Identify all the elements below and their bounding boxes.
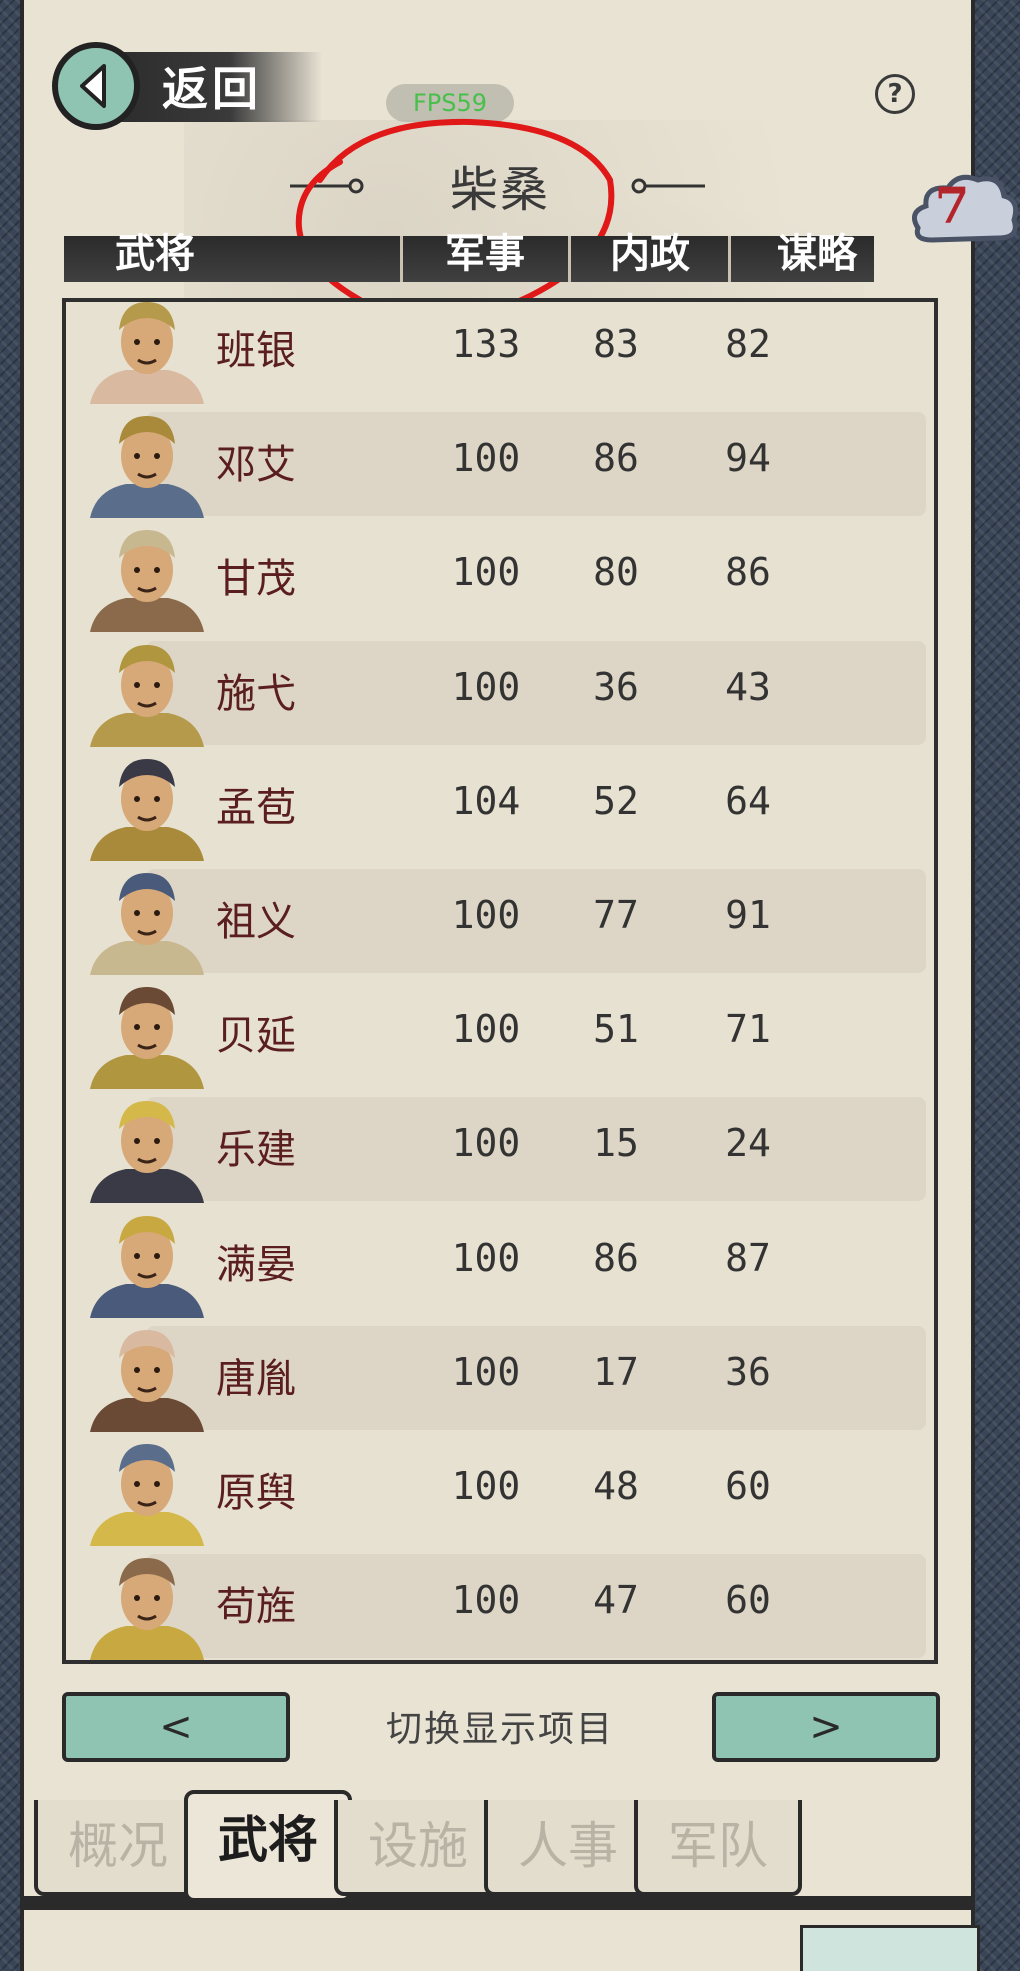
officer-portrait-icon	[90, 1444, 204, 1546]
officer-name: 祖义	[216, 899, 296, 945]
officer-name: 邓艾	[216, 442, 296, 489]
officer-politics-value: 48	[593, 1464, 639, 1508]
officer-portrait-icon	[90, 644, 204, 747]
officer-strategy-value: 82	[725, 322, 771, 366]
officer-strategy-value: 94	[725, 436, 771, 481]
officer-politics-value: 47	[593, 1578, 639, 1623]
officer-portrait-icon	[90, 758, 204, 861]
officer-portrait-icon	[90, 873, 204, 975]
officer-strategy-value: 24	[725, 1121, 771, 1166]
officer-row[interactable]: 班银 133 83 82	[86, 302, 934, 404]
officer-name: 苟旌	[216, 1584, 296, 1631]
officer-politics-value: 86	[593, 1235, 639, 1280]
officer-row[interactable]: 原舆 100 48 60	[86, 1438, 934, 1546]
officer-military-value: 100	[451, 436, 521, 481]
officer-portrait-icon	[90, 1558, 204, 1660]
officer-row[interactable]: 祖义 100 77 91	[86, 867, 934, 975]
corner-scroll-decoration	[800, 1925, 980, 1971]
header-divider	[568, 236, 571, 282]
officer-portrait-icon	[90, 1329, 204, 1432]
officer-row[interactable]: 施弋 100 36 43	[86, 639, 934, 747]
officer-portrait-icon	[90, 1101, 204, 1204]
tab-bar: 概况 武将 设施 人事 军队	[34, 1790, 964, 1910]
officer-portrait-icon	[90, 302, 204, 404]
officer-military-value: 100	[451, 893, 521, 937]
officer-strategy-value: 71	[725, 1007, 771, 1052]
back-arrow-icon	[52, 42, 140, 130]
officer-row[interactable]: 甘茂 100 80 86	[86, 524, 934, 633]
officer-military-value: 100	[451, 1121, 521, 1166]
officer-name: 满晏	[216, 1241, 296, 1288]
tab-facilities[interactable]: 设施	[334, 1800, 502, 1896]
tab-overview[interactable]: 概况	[34, 1800, 202, 1896]
officer-military-value: 100	[451, 1578, 521, 1623]
officer-name: 贝延	[216, 1013, 296, 1060]
officer-politics-value: 51	[593, 1007, 639, 1052]
officer-name: 班银	[216, 328, 296, 374]
officer-strategy-value: 64	[725, 778, 771, 823]
column-header-officer[interactable]: 武将	[90, 226, 220, 282]
officer-military-value: 100	[451, 550, 521, 595]
officer-strategy-value: 60	[725, 1578, 771, 1623]
officer-row[interactable]: 邓艾 100 86 94	[86, 410, 934, 519]
title-ornament-right	[631, 178, 705, 194]
officer-portrait-icon	[90, 987, 204, 1090]
officer-politics-value: 86	[593, 436, 639, 481]
officer-military-value: 100	[451, 1235, 521, 1280]
officer-military-value: 100	[451, 1464, 521, 1508]
tab-army[interactable]: 军队	[634, 1800, 802, 1896]
officer-strategy-value: 36	[725, 1349, 771, 1394]
column-header-military[interactable]: 军事	[420, 226, 550, 282]
officer-portrait-icon	[90, 416, 204, 519]
back-button-label: 返回	[162, 62, 262, 116]
officer-military-value: 100	[451, 1349, 521, 1394]
officer-row[interactable]: 苟旌 100 47 60	[86, 1552, 934, 1660]
officer-name: 乐建	[216, 1127, 296, 1174]
switch-display-label: 切换显示项目	[385, 1709, 614, 1750]
officer-politics-value: 17	[593, 1349, 639, 1394]
officer-politics-value: 83	[593, 322, 639, 366]
officer-strategy-value: 86	[725, 550, 771, 595]
officer-strategy-value: 87	[725, 1235, 771, 1280]
officer-row[interactable]: 乐建 100 15 24	[86, 1095, 934, 1204]
officer-name: 唐胤	[216, 1355, 296, 1402]
help-icon[interactable]: ?	[875, 74, 915, 114]
officer-row[interactable]: 贝延 100 51 71	[86, 981, 934, 1090]
officer-list[interactable]: 班银 133 83 82 邓艾 100 86 94 甘茂 100 80 86 施弋 100 36 43 孟苞 10…	[62, 298, 938, 1664]
header-divider	[728, 236, 731, 282]
officer-military-value: 104	[451, 778, 521, 823]
officer-politics-value: 36	[593, 664, 639, 709]
officer-portrait-icon	[90, 1215, 204, 1318]
next-button[interactable]: >	[712, 1692, 940, 1762]
officer-military-value: 100	[451, 664, 521, 709]
officer-name: 甘茂	[216, 556, 296, 603]
officer-strategy-value: 91	[725, 893, 771, 937]
officer-portrait-icon	[90, 530, 204, 633]
tab-officers[interactable]: 武将	[184, 1790, 352, 1902]
officer-name: 孟苞	[216, 784, 296, 831]
officer-politics-value: 52	[593, 778, 639, 823]
officer-row[interactable]: 唐胤 100 17 36	[86, 1324, 934, 1432]
officer-strategy-value: 43	[725, 664, 771, 709]
column-header-politics[interactable]: 内政	[585, 226, 715, 282]
officer-name: 原舆	[216, 1470, 296, 1516]
prev-button[interactable]: <	[62, 1692, 290, 1762]
officer-military-value: 133	[451, 322, 521, 366]
officer-row[interactable]: 满晏 100 86 87	[86, 1210, 934, 1318]
officer-politics-value: 77	[593, 893, 639, 937]
officer-name: 施弋	[216, 670, 296, 717]
tab-personnel[interactable]: 人事	[484, 1800, 652, 1896]
header-divider	[400, 236, 403, 282]
officer-strategy-value: 60	[725, 1464, 771, 1508]
officer-politics-value: 80	[593, 550, 639, 595]
column-header-strategy[interactable]: 谋略	[752, 226, 882, 282]
officer-politics-value: 15	[593, 1121, 639, 1166]
officer-row[interactable]: 孟苞 104 52 64	[86, 753, 934, 861]
officer-military-value: 100	[451, 1007, 521, 1052]
cloud-badge-count: 7	[934, 176, 970, 235]
